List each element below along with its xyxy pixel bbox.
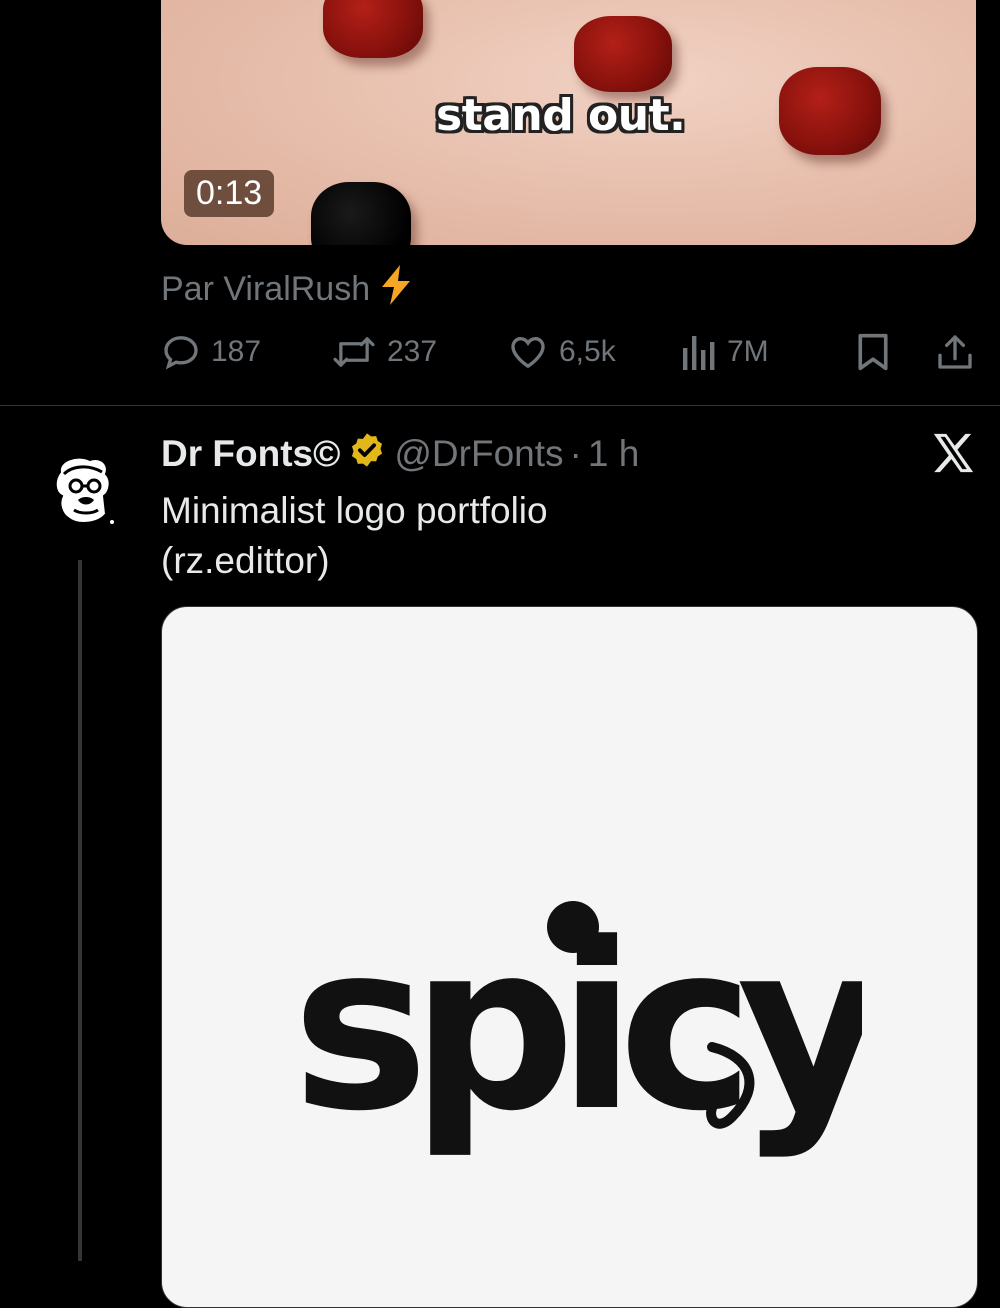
spicy-logo-image: spicy bbox=[292, 897, 862, 1157]
tweet-media-image[interactable]: spicy bbox=[161, 606, 978, 1308]
analytics-icon bbox=[681, 332, 717, 372]
author-handle[interactable]: @DrFonts bbox=[394, 433, 563, 475]
tweet-action-bar: 187 237 6,5k 7M bbox=[161, 328, 976, 376]
heart-icon bbox=[507, 332, 549, 372]
like-count: 6,5k bbox=[559, 335, 616, 368]
bookmark-icon bbox=[855, 332, 891, 372]
repost-button[interactable]: 237 bbox=[331, 328, 437, 376]
reply-icon bbox=[161, 332, 201, 372]
tweet-text-line: Minimalist logo portfolio bbox=[161, 490, 548, 531]
views-button[interactable]: 7M bbox=[681, 328, 769, 376]
tweet-text-line: (rz.edittor) bbox=[161, 540, 330, 581]
video-frame-dot bbox=[311, 182, 411, 245]
thread-line bbox=[78, 560, 82, 1261]
repost-icon bbox=[331, 332, 377, 372]
share-button[interactable] bbox=[935, 328, 975, 376]
reply-count: 187 bbox=[211, 335, 262, 368]
repost-count: 237 bbox=[387, 335, 438, 368]
video-player[interactable]: stand out. 0:13 bbox=[161, 0, 976, 245]
reply-button[interactable]: 187 bbox=[161, 328, 261, 376]
tweet-timestamp[interactable]: 1 h bbox=[588, 433, 639, 475]
video-frame-dot bbox=[574, 16, 672, 92]
video-caption: stand out. bbox=[436, 90, 686, 141]
lightning-bolt-icon bbox=[380, 265, 412, 314]
avatar[interactable] bbox=[48, 452, 118, 530]
share-icon bbox=[935, 332, 975, 372]
bookmark-button[interactable] bbox=[855, 328, 891, 376]
video-frame-dot bbox=[779, 67, 881, 155]
logo-text: spicy bbox=[292, 897, 862, 1157]
tweet-divider bbox=[0, 405, 1000, 406]
meta-separator: · bbox=[569, 433, 582, 474]
author-display-name[interactable]: Dr Fonts© bbox=[161, 433, 340, 475]
like-button[interactable]: 6,5k bbox=[507, 328, 616, 376]
x-logo-icon[interactable] bbox=[930, 430, 976, 476]
tweet-header: Dr Fonts© @DrFonts · 1 h bbox=[161, 430, 639, 478]
video-duration-badge: 0:13 bbox=[184, 170, 275, 217]
video-frame-dot bbox=[323, 0, 423, 58]
source-attribution[interactable]: Par ViralRush bbox=[161, 265, 412, 314]
tweet-text: Minimalist logo portfolio (rz.edittor) bbox=[161, 486, 961, 586]
view-count: 7M bbox=[727, 335, 769, 368]
gold-verified-badge-icon[interactable] bbox=[348, 431, 386, 478]
source-text: Par ViralRush bbox=[161, 270, 371, 308]
